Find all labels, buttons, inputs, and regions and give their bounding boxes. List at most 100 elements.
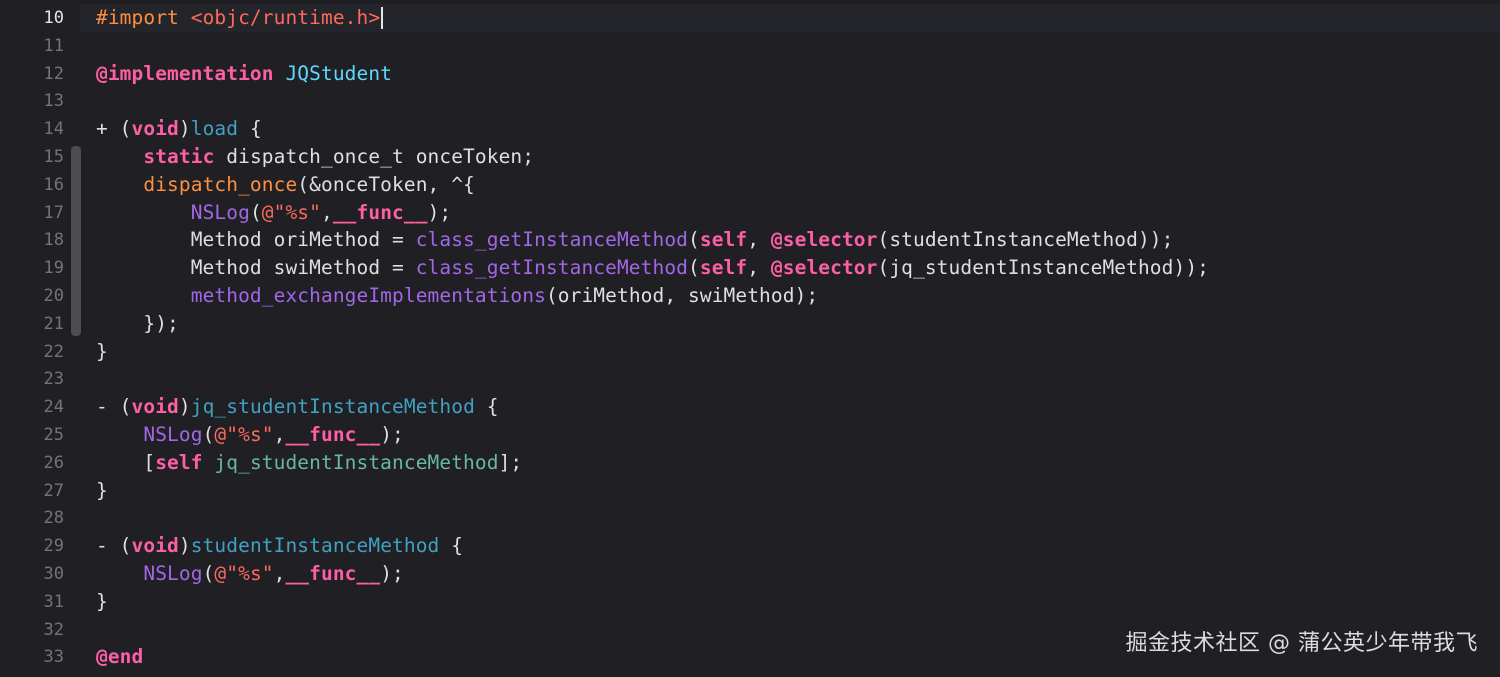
code-token-kw: __func__ [332,200,428,224]
code-line[interactable]: 16 dispatch_once(&onceToken, ^{ [0,171,1500,199]
code-line[interactable]: 24 - (void)jq_studentInstanceMethod { [0,393,1500,421]
code-token-kw: static [143,145,215,168]
code-line[interactable]: 25 NSLog(@"%s",__func__); [0,421,1500,449]
code-text[interactable]: - (void)jq_studentInstanceMethod { [96,393,499,421]
code-token-plain: + ( [96,117,132,141]
line-number: 33 [43,647,64,668]
code-line[interactable]: 14 + (void)load { [0,115,1500,143]
code-line[interactable]: 13 [0,87,1500,115]
line-number: 20 [43,286,64,306]
code-text[interactable]: method_exchangeImplementations(oriMethod… [96,282,818,310]
code-text[interactable]: } [96,588,108,616]
line-number: 19 [43,258,64,279]
code-token-plain: (jq_studentInstanceMethod)); [877,256,1210,280]
code-token-kw: @implementation [96,61,274,85]
code-token-plain: dispatch_once_t onceToken; [214,145,535,168]
code-text[interactable]: } [96,477,108,505]
code-text[interactable]: #import <objc/runtime.h> [96,4,384,32]
code-text[interactable]: NSLog(@"%s",__func__); [96,560,404,588]
code-text[interactable]: - (void)studentInstanceMethod { [96,532,463,560]
code-text[interactable]: Method oriMethod = class_getInstanceMeth… [96,226,1174,254]
code-token-plain: (studentInstanceMethod)); [877,228,1174,252]
line-number: 14 [43,119,64,140]
code-token-kw: void [131,395,179,419]
code-line[interactable]: 15 static dispatch_once_t onceToken; [0,143,1500,171]
code-token-kw: __func__ [285,562,381,585]
text-cursor [381,7,384,29]
code-token-plain: { [238,117,262,141]
line-number: 15 [43,147,64,167]
code-line[interactable]: 10 #import <objc/runtime.h> [0,4,1500,32]
code-token-plain: ( [688,228,700,252]
code-text[interactable]: @implementation JQStudent [96,60,392,88]
line-number: 16 [43,174,64,195]
code-token-fn: NSLog [143,562,203,585]
code-token-plain: { [474,395,499,419]
code-token-plain: ( [688,256,700,280]
code-line[interactable]: 26 [self jq_studentInstanceMethod]; [0,449,1500,477]
code-line[interactable]: 30 NSLog(@"%s",__func__); [0,560,1500,588]
code-line[interactable]: 20 method_exchangeImplementations(oriMet… [0,282,1500,310]
code-text[interactable]: [self jq_studentInstanceMethod]; [96,449,522,477]
code-editor[interactable]: 10 #import <objc/runtime.h> 11 12 @implement… [0,0,1500,677]
code-token-cls: JQStudent [285,61,393,85]
code-token-pre: #import [96,6,191,29]
code-token-plain: ) [178,534,191,558]
line-number: 21 [43,313,64,334]
code-token-plain: , [320,200,333,224]
code-token-plain: [ [96,450,156,474]
code-line[interactable]: 18 Method oriMethod = class_getInstanceM… [0,226,1500,254]
code-line[interactable]: 21 }); [0,310,1500,338]
code-text[interactable]: @end [96,643,143,671]
code-line[interactable]: 12 @implementation JQStudent [0,60,1500,88]
line-number: 31 [43,591,64,612]
code-token-plain: (oriMethod, swiMethod); [545,284,819,307]
code-text[interactable]: }); [96,310,179,338]
code-token-plain: } [96,339,108,363]
watermark-text: 掘金技术社区 @ 蒲公英少年带我飞 [1125,631,1478,656]
code-token-str: <objc/runtime.h> [190,6,381,29]
code-text[interactable]: } [96,338,108,366]
code-text[interactable]: Method swiMethod = class_getInstanceMeth… [96,254,1209,282]
code-line[interactable]: 17 NSLog(@"%s",__func__); [0,199,1500,227]
line-number: 25 [43,425,64,445]
code-text[interactable]: NSLog(@"%s",__func__); [96,199,451,227]
code-token-plain: } [96,589,108,613]
code-line[interactable]: 28 [0,504,1500,532]
code-line[interactable]: 11 [0,32,1500,60]
code-line[interactable]: 22} [0,338,1500,366]
code-line[interactable]: 23 [0,365,1500,393]
code-token-fn: class_getInstanceMethod [415,228,689,252]
code-token-kw: self [699,256,748,280]
code-token-plain: ( [202,562,215,585]
code-token-plain: , [747,228,771,252]
code-token-plain: ) [178,395,191,419]
code-line[interactable]: 31} [0,588,1500,616]
line-number: 28 [43,508,64,529]
code-line[interactable]: 27} [0,477,1500,505]
code-token-plain: ); [427,200,452,224]
code-token-fn: NSLog [190,200,250,224]
code-text[interactable]: dispatch_once(&onceToken, ^{ [96,171,475,199]
code-token-plain: (&onceToken, ^{ [297,172,475,196]
code-text[interactable]: + (void)load { [96,115,262,143]
line-number: 23 [43,369,64,390]
code-token-plain: ) [178,117,191,141]
code-token-plain: Method oriMethod = [96,228,416,252]
code-text[interactable]: NSLog(@"%s",__func__); [96,421,404,449]
code-token-kw: @selector [770,228,878,252]
code-token-pre: dispatch_once [143,172,298,196]
code-token-fn: method_exchangeImplementations [190,284,546,307]
code-text[interactable]: static dispatch_once_t onceToken; [96,143,534,171]
line-number: 32 [43,619,64,640]
code-line[interactable]: 29 - (void)studentInstanceMethod { [0,532,1500,560]
code-token-kw: __func__ [285,423,381,446]
line-number: 10 [43,8,64,28]
code-token-str: @"%s" [261,200,321,224]
code-line[interactable]: 19 Method swiMethod = class_getInstanceM… [0,254,1500,282]
